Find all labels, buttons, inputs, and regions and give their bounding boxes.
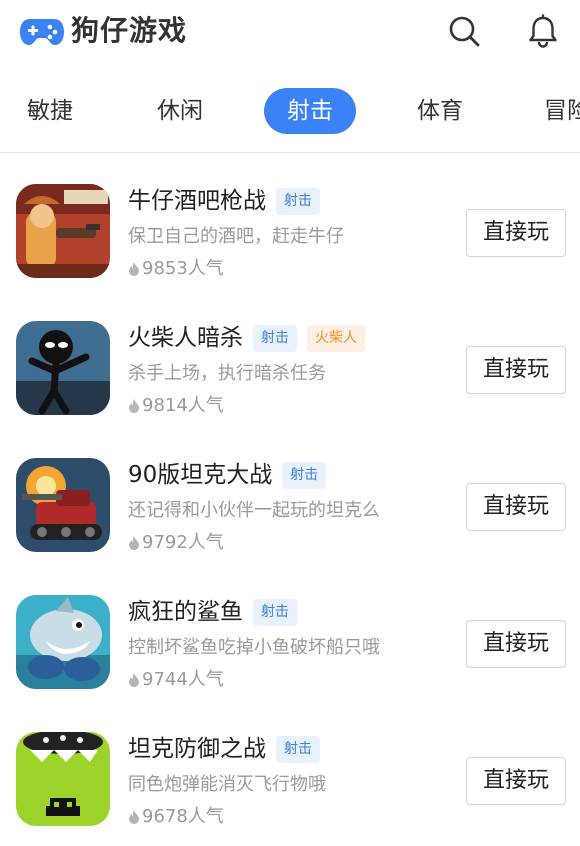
top-bar: 狗仔游戏	[0, 0, 580, 66]
app-brand-title: 狗仔游戏	[71, 14, 188, 47]
popularity-text: 9814人气	[142, 395, 224, 416]
tab-agility[interactable]: 敏捷	[24, 88, 76, 134]
tab-casual[interactable]: 休闲	[154, 88, 206, 134]
flame-icon	[129, 536, 139, 550]
game-title-row: 90版坦克大战 射击	[128, 458, 327, 492]
game-list-item[interactable]: 90版坦克大战 射击 还记得和小伙伴一起玩的坦克么 9792人气 直接玩	[0, 427, 580, 564]
play-now-button[interactable]: 直接玩	[466, 209, 566, 257]
genre-tag: 射击	[276, 735, 320, 763]
game-description: 杀手上场，执行暗杀任务	[128, 363, 326, 384]
popularity-text: 9744人气	[142, 669, 224, 690]
game-list-item[interactable]: 坦克防御之战 射击 同色炮弹能消灭飞行物哦 9678人气 直接玩	[0, 701, 580, 838]
search-icon[interactable]	[447, 14, 481, 48]
tab-sports[interactable]: 体育	[414, 88, 466, 134]
play-now-button[interactable]: 直接玩	[466, 483, 566, 531]
genre-tag: 射击	[282, 461, 327, 489]
flame-icon	[129, 673, 139, 687]
game-thumbnail-stickman[interactable]	[16, 321, 110, 415]
play-now-button[interactable]: 直接玩	[466, 757, 566, 805]
game-title-row: 火柴人暗杀 射击 火柴人	[128, 321, 365, 355]
game-title[interactable]: 疯狂的鲨鱼	[128, 597, 243, 627]
game-description: 控制坏鲨鱼吃掉小鱼破坏船只哦	[128, 637, 380, 658]
game-description: 同色炮弹能消灭飞行物哦	[128, 774, 326, 795]
popularity-text: 9853人气	[142, 258, 224, 279]
game-title[interactable]: 坦克防御之战	[128, 734, 266, 764]
gamepad-logo-icon[interactable]	[20, 13, 64, 49]
game-title[interactable]: 牛仔酒吧枪战	[128, 186, 266, 216]
game-title[interactable]: 90版坦克大战	[128, 460, 272, 490]
popularity-text: 9792人气	[142, 532, 224, 553]
genre-tag: 射击	[253, 598, 297, 626]
game-list-item[interactable]: 疯狂的鲨鱼 射击 控制坏鲨鱼吃掉小鱼破坏船只哦 9744人气 直接玩	[0, 564, 580, 701]
genre-tag: 火柴人	[307, 324, 365, 352]
play-now-button[interactable]: 直接玩	[466, 346, 566, 394]
bell-icon[interactable]	[526, 14, 560, 48]
tab-shooting[interactable]: 射击	[264, 88, 356, 134]
game-description: 保卫自己的酒吧，赶走牛仔	[128, 226, 344, 247]
flame-icon	[129, 262, 139, 276]
game-description: 还记得和小伙伴一起玩的坦克么	[128, 500, 380, 521]
game-thumbnail-tank[interactable]	[16, 458, 110, 552]
game-title-row: 疯狂的鲨鱼 射击	[128, 595, 297, 629]
flame-icon	[129, 399, 139, 413]
game-title[interactable]: 火柴人暗杀	[128, 323, 243, 353]
popularity-count: 9792人气	[128, 531, 224, 555]
flame-icon	[129, 810, 139, 824]
popularity-text: 9678人气	[142, 806, 224, 827]
game-title-row: 牛仔酒吧枪战 射击	[128, 184, 320, 218]
popularity-count: 9853人气	[128, 257, 224, 281]
game-title-row: 坦克防御之战 射击	[128, 732, 320, 766]
category-tabs: 敏捷 休闲 射击 体育 冒险	[0, 86, 580, 136]
popularity-count: 9814人气	[128, 394, 224, 418]
game-thumbnail-shark[interactable]	[16, 595, 110, 689]
play-now-button[interactable]: 直接玩	[466, 620, 566, 668]
popularity-count: 9744人气	[128, 668, 224, 692]
tab-adventure[interactable]: 冒险	[544, 88, 580, 134]
game-list-item[interactable]: 火柴人暗杀 射击 火柴人 杀手上场，执行暗杀任务 9814人气 直接玩	[0, 290, 580, 427]
game-thumbnail-cowboy[interactable]	[16, 184, 110, 278]
popularity-count: 9678人气	[128, 805, 224, 829]
game-thumbnail-tank-defense[interactable]	[16, 732, 110, 826]
genre-tag: 射击	[253, 324, 297, 352]
genre-tag: 射击	[276, 187, 320, 215]
game-list-item[interactable]: 牛仔酒吧枪战 射击 保卫自己的酒吧，赶走牛仔 9853人气 直接玩	[0, 153, 580, 290]
app-root: 狗仔游戏 敏捷 休闲 射击 体育 冒险 牛仔酒吧枪战 射击 保卫自己的酒吧，赶走…	[0, 0, 580, 846]
